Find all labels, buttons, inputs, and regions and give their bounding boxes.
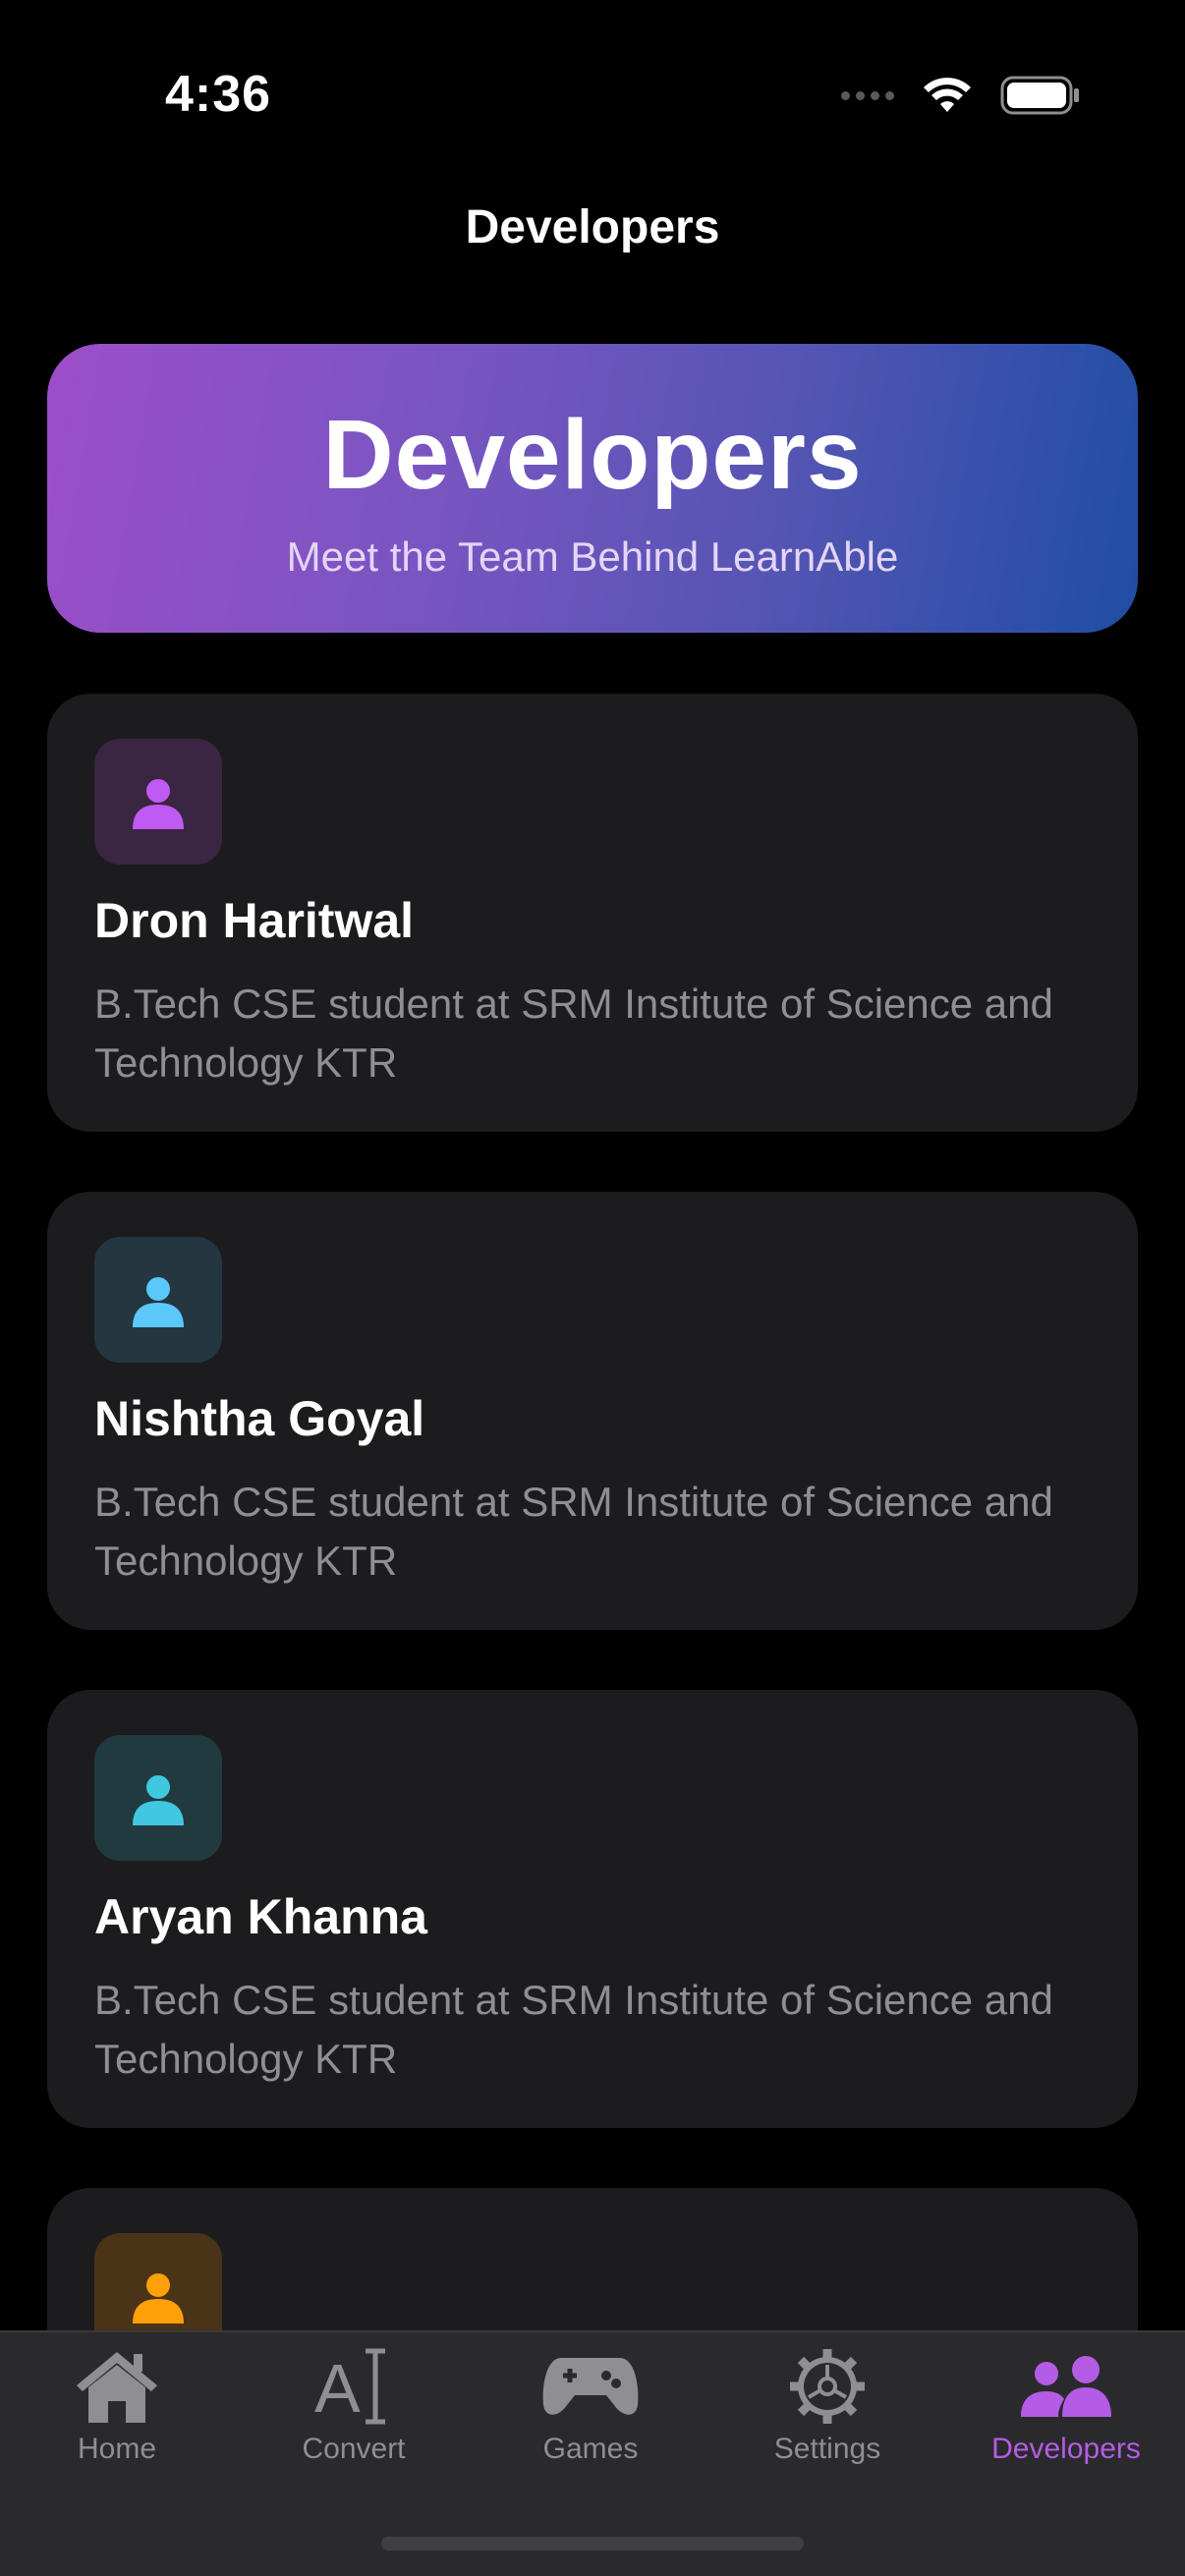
developer-description: B.Tech CSE student at SRM Institute of S… [94,1479,1053,1584]
tab-label: Home [77,2433,157,2465]
status-bar: 4:36 [0,0,1185,187]
tab-home[interactable]: Home [9,2342,225,2490]
tab-label: Convert [302,2433,406,2465]
person-icon [133,779,184,829]
tab-games[interactable]: Games [482,2342,699,2490]
tab-settings[interactable]: Settings [719,2342,935,2490]
developer-card[interactable]: Aryan Khanna B.Tech CSE student at SRM I… [47,1690,1138,2128]
svg-text:A: A [314,2350,361,2426]
avatar [94,1735,222,1861]
text-cursor-icon: A [314,2348,385,2426]
tab-label: Games [542,2433,639,2465]
developer-description: B.Tech CSE student at SRM Institute of S… [94,980,1053,1086]
gear-icon [790,2349,865,2424]
tab-label: Settings [773,2433,881,2465]
developer-card[interactable]: Nishtha Goyal B.Tech CSE student at SRM … [47,1192,1138,1630]
person-icon [133,1775,184,1825]
avatar [94,739,222,865]
developers-screen: 4:36 Developers Developers Meet the Team… [0,0,1185,2576]
wifi-icon [924,78,971,112]
hero-title: Developers [322,400,863,510]
tab-convert[interactable]: A Convert [246,2342,462,2490]
developer-card[interactable]: Dron Haritwal B.Tech CSE student at SRM … [47,694,1138,1132]
person-icon [133,2273,184,2324]
cellular-signal-icon [841,90,894,100]
hero-banner: Developers Meet the Team Behind LearnAbl… [47,344,1138,633]
developer-name: Nishtha Goyal [94,1391,425,1446]
navigation-title: Developers [465,201,720,253]
gamecontroller-icon [542,2358,639,2415]
hero-subtitle: Meet the Team Behind LearnAble [286,533,899,580]
house-icon [77,2352,157,2423]
developer-description: B.Tech CSE student at SRM Institute of S… [94,1977,1053,2082]
status-indicators [841,71,1081,120]
tab-developers[interactable]: Developers [958,2342,1174,2490]
tab-label: Developers [991,2433,1141,2465]
status-time: 4:36 [165,66,272,123]
home-indicator[interactable] [381,2537,804,2550]
person-icon [133,1277,184,1327]
people-icon [1021,2356,1111,2417]
avatar [94,1237,222,1363]
battery-icon [1000,76,1079,115]
developer-name: Aryan Khanna [94,1889,427,1944]
developer-name: Dron Haritwal [94,893,415,948]
